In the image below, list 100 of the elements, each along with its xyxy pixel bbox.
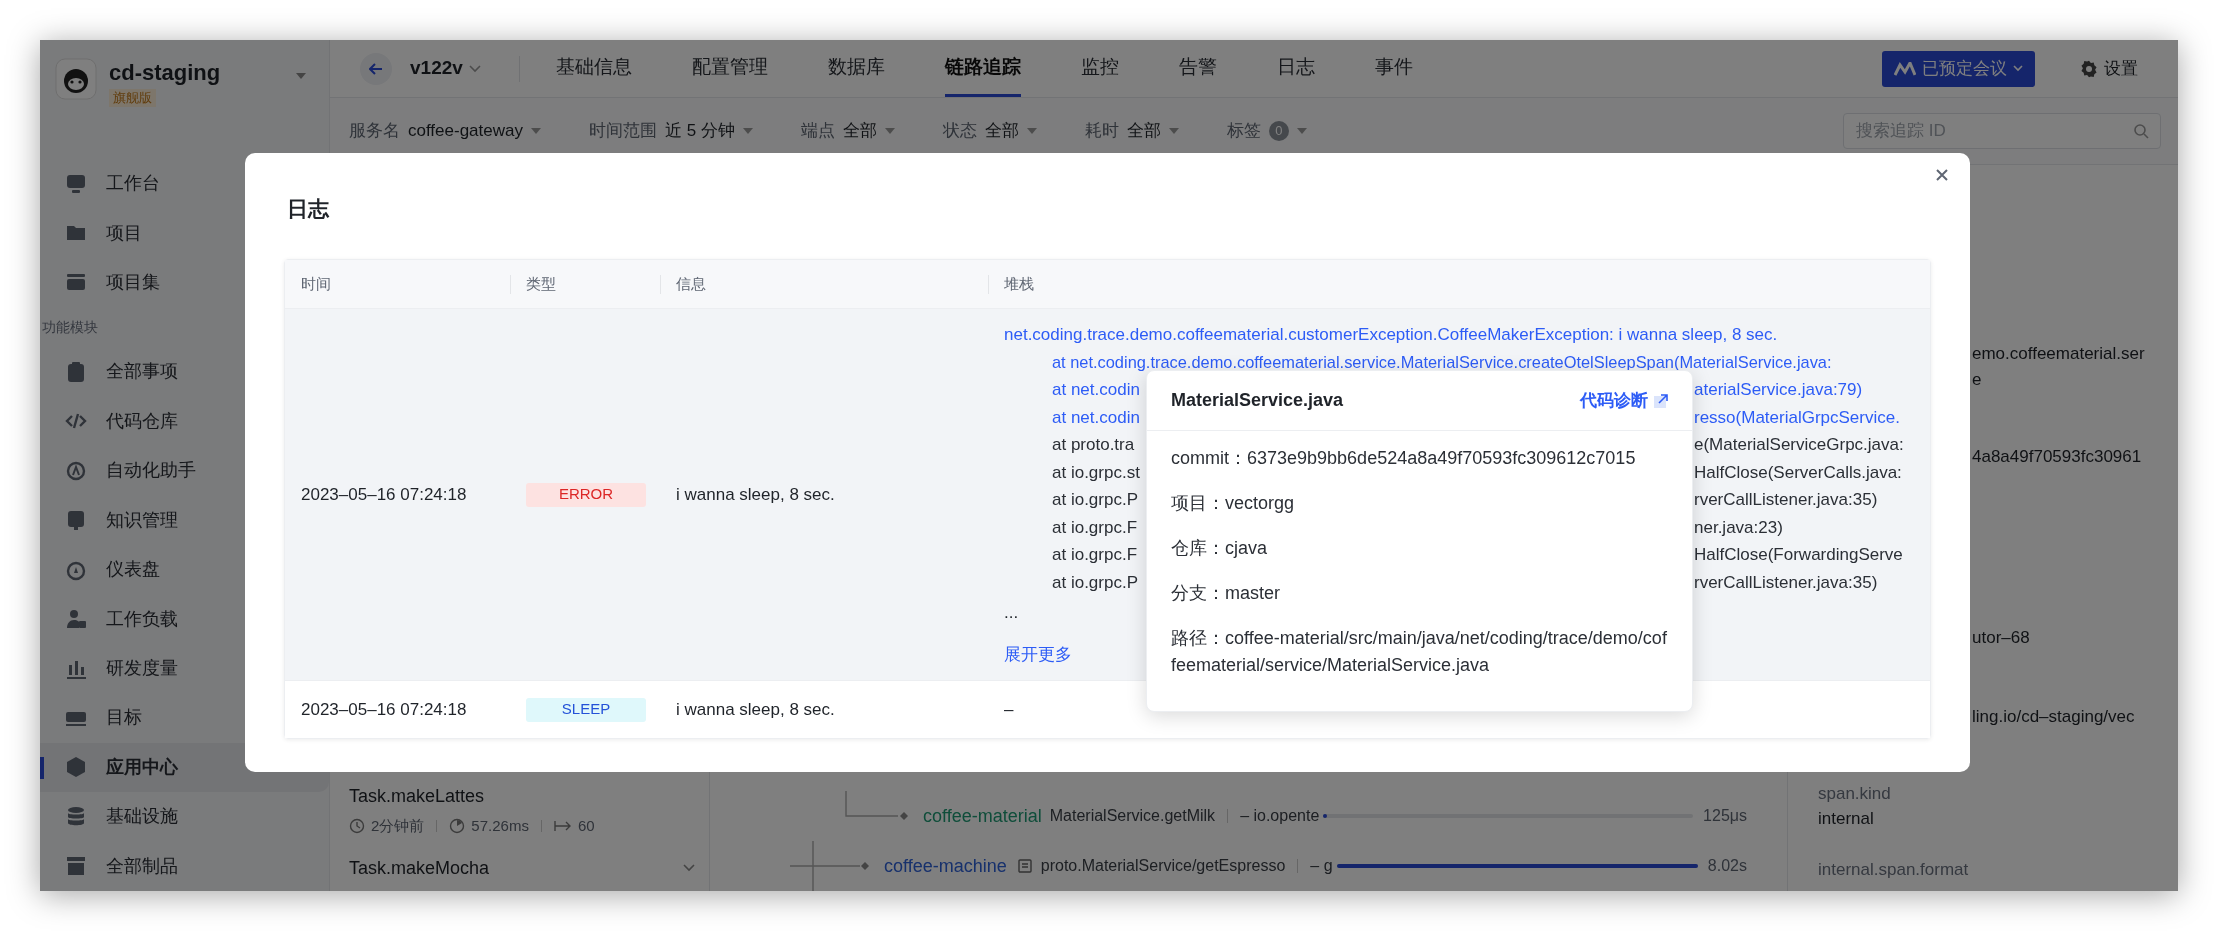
column-header: 信息 <box>676 273 706 294</box>
span-count: 60 <box>577 815 595 836</box>
filter-dropdown[interactable]: 端点 全部 <box>800 118 895 144</box>
trace-name[interactable]: Task.makeMocha <box>349 854 490 882</box>
message-cell-text: i wanna sleep, 8 sec. <box>676 698 835 721</box>
attribute-value: 4a8a49f70593fc30961 <box>1972 446 2142 468</box>
dialog-title: 日志 <box>287 197 329 220</box>
chevron-down-icon <box>468 64 481 73</box>
clock-icon <box>349 818 365 834</box>
service-name[interactable]: coffee-material <box>923 802 1042 830</box>
edition-badge: 旗舰版 <box>109 89 156 107</box>
ellipsis-text: ... <box>1004 603 1019 622</box>
caret-down-icon <box>884 128 895 134</box>
sidebar-item[interactable]: 全部制品 <box>40 841 329 891</box>
chevron-down-icon <box>2013 65 2023 72</box>
external-link-icon <box>1654 393 1668 408</box>
attribute-value: internal <box>1818 808 1874 830</box>
trace-name[interactable]: Task.makeLattes <box>349 782 485 810</box>
operation-name: proto.MaterialService/getEspresso <box>1040 856 1286 876</box>
caret-down-icon <box>295 72 307 80</box>
column-header: 时间 <box>301 273 331 294</box>
timer-icon <box>449 818 466 834</box>
popup-field: commit：6373e9b9bb6de524a8a49f70593fc309612c7015 <box>1171 445 1668 472</box>
sidebar-item[interactable]: 基础设施 <box>40 792 329 842</box>
caret-down-icon <box>531 128 541 134</box>
attribute-value: ling.io/cd–staging/vec <box>1972 706 2135 728</box>
attribute-key: span.kind <box>1818 782 1891 806</box>
span-detail: – io.opente <box>1240 806 1320 826</box>
nav-tab[interactable]: 数据库 <box>827 40 885 97</box>
stack-frame: at io.grpc.F <box>1052 545 1138 564</box>
meeting-button[interactable]: 已预定会议 <box>1882 50 2035 87</box>
sidebar-section-title: 功能模块 <box>41 318 99 338</box>
expand-more-link[interactable]: 展开更多 <box>1004 644 1072 664</box>
stack-frame: e(MaterialServiceGrpc.java: <box>1694 431 1904 459</box>
message-cell-text: i wanna sleep, 8 sec. <box>676 483 835 506</box>
stack-frame: HalfClose(ServerCalls.java: <box>1694 458 1902 486</box>
sidebar-item[interactable]: 研发度量 <box>40 643 329 694</box>
settings-button[interactable]: 设置 <box>2080 55 2138 82</box>
time-cell-text: 2023–05–16 07:24:18 <box>301 698 467 721</box>
branch-line-icon <box>845 791 909 821</box>
stack-frame: rverCallListener.java:35) <box>1694 568 1878 596</box>
stack-frame: ner.java:23) <box>1694 513 1783 541</box>
caret-down-icon <box>1168 128 1179 134</box>
stack-frame: at io.grpc.P <box>1052 572 1138 592</box>
service-name[interactable]: coffee-machine <box>884 852 1007 880</box>
popup-field: 分支：master <box>1171 580 1668 607</box>
filter-dropdown[interactable]: 状态 全部 <box>942 118 1037 144</box>
stack-frame-link[interactable]: at net.codin <box>1052 407 1140 427</box>
stack-frame: at io.grpc.st <box>1052 462 1140 482</box>
search-icon <box>2133 123 2149 139</box>
nav-tab[interactable]: 事件 <box>1374 40 1413 97</box>
back-arrow-icon <box>369 62 383 75</box>
nav-tab[interactable]: 日志 <box>1276 40 1315 97</box>
attribute-value: e <box>1972 369 1982 391</box>
stack-frame-link[interactable]: resso(MaterialGrpcService. <box>1694 403 1900 431</box>
stack-frame-link[interactable]: aterialService.java:79) <box>1694 376 1863 404</box>
trace-age: 2分钟前 <box>371 815 425 836</box>
cube-icon <box>64 755 88 780</box>
time-cell-text: 2023–05–16 07:24:18 <box>301 483 467 506</box>
nav-tab[interactable]: 配置管理 <box>691 40 768 97</box>
popup-field: 项目：vectorgg <box>1171 490 1668 517</box>
settings-icon <box>2080 59 2098 78</box>
document-icon <box>1016 858 1033 874</box>
filter-dropdown[interactable]: 服务名 coffee-gateway <box>349 118 541 144</box>
span-duration: 8.02s <box>1707 856 1747 876</box>
stack-cell-text: – <box>1004 698 1014 721</box>
stack-frame: at io.grpc.F <box>1052 517 1138 537</box>
attribute-key: internal.span.format <box>1818 858 1969 882</box>
span-duration: 125μs <box>1703 806 1747 826</box>
stack-frame: rverCallListener.java:35) <box>1694 486 1878 514</box>
filter-dropdown[interactable]: 时间范围 近 5 分钟 <box>589 118 753 144</box>
sidebar-item[interactable]: 仪表盘 <box>40 544 329 595</box>
nav-tab[interactable]: 告警 <box>1178 40 1217 97</box>
wave-logo-icon <box>1894 61 1916 76</box>
span-detail: – g <box>1310 856 1333 876</box>
sidebar-item[interactable]: 代码仓库 <box>40 396 329 447</box>
caret-down-icon <box>742 128 753 134</box>
popup-title: MaterialService.java <box>1171 389 1344 412</box>
log-type-badge: SLEEP <box>526 697 646 722</box>
sidebar-item[interactable]: 工作负载 <box>40 594 329 644</box>
stack-frame: HalfClose(ForwardingServe <box>1694 541 1903 569</box>
nav-tab[interactable]: 基础信息 <box>555 40 632 97</box>
close-icon <box>1936 169 1948 181</box>
back-button[interactable] <box>360 52 392 85</box>
sidebar-item[interactable]: 全部事项 <box>40 347 329 397</box>
version-selector[interactable]: v122v <box>410 54 481 83</box>
code-diagnosis-link[interactable]: 代码诊断 <box>1580 387 1668 414</box>
logo-icon <box>55 58 97 100</box>
log-type-badge: ERROR <box>526 482 646 507</box>
exception-line[interactable]: net.coding.trace.demo.coffeematerial.customerException.CoffeeMakerException: i wanna sleep, 8 sec. <box>1004 321 1930 349</box>
nav-tab[interactable]: 监控 <box>1080 40 1119 97</box>
stack-frame: at proto.tra <box>1052 435 1135 454</box>
attribute-value: utor–68 <box>1972 627 2030 649</box>
filter-dropdown[interactable]: 耗时 全部 <box>1084 118 1179 144</box>
stack-frame-link[interactable]: at net.codin <box>1052 380 1140 399</box>
popup-field: 仓库：cjava <box>1171 535 1668 562</box>
trace-duration: 57.26ms <box>471 815 529 836</box>
span-arrow-icon <box>553 820 572 832</box>
popup-field: 路径：coffee-material/src/main/java/net/coding/trace/demo/coffeematerial/service/MaterialService.java <box>1171 625 1668 679</box>
column-header: 类型 <box>526 273 556 294</box>
